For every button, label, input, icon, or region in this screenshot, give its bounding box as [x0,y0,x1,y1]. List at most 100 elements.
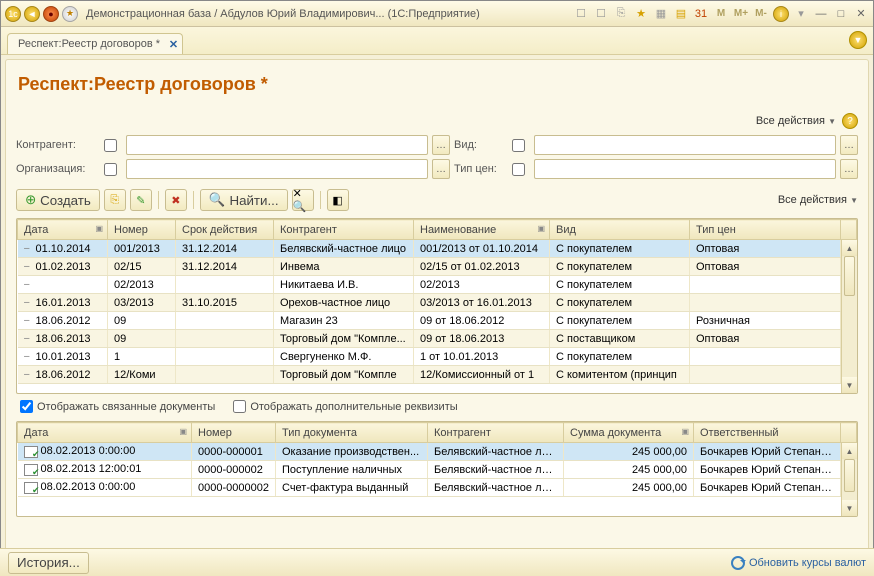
table-row[interactable]: −18.06.201212/КомиТорговый дом "Компле12… [18,366,857,384]
grid-icon[interactable]: ▦ [653,6,669,22]
price-type-checkbox[interactable] [512,163,525,176]
info-icon[interactable]: i [773,6,789,22]
tab-registry[interactable]: Респект:Реестр договоров * ✕ [7,33,183,54]
column-header[interactable]: Сумма документа▣ [564,423,694,443]
table-cell: 001/2013 от 01.10.2014 [414,240,550,258]
help-icon[interactable]: ? [842,113,858,129]
table-row[interactable]: −18.06.201309Торговый дом "Компле...09 о… [18,330,857,348]
print-icon[interactable]: ☐ [573,6,589,22]
table-row[interactable]: −16.01.201303/201331.10.2015Орехов-частн… [18,294,857,312]
table-row[interactable]: 08.02.2013 0:00:000000-000001Оказание пр… [18,443,857,461]
table-cell: Бочкарев Юрий Степанович [694,461,841,479]
counterparty-checkbox[interactable] [104,139,117,152]
contracts-scrollbar[interactable]: ▲ ▼ [841,240,857,393]
column-header[interactable]: Вид [550,220,690,240]
scroll-down-icon[interactable]: ▼ [842,500,857,516]
table-row[interactable]: 08.02.2013 12:00:010000-000002Поступлени… [18,461,857,479]
close-button[interactable]: ✕ [853,6,869,22]
scroll-up-icon[interactable]: ▲ [842,443,857,459]
organization-checkbox[interactable] [104,163,117,176]
kind-input[interactable] [534,135,836,155]
collapse-button[interactable]: ▼ [849,31,867,49]
table-cell [176,312,274,330]
column-header[interactable]: Контрагент [274,220,414,240]
column-header[interactable]: Номер [108,220,176,240]
column-header[interactable]: Номер [192,423,276,443]
star-icon[interactable]: ★ [633,6,649,22]
table-cell: 12/Коми [108,366,176,384]
memory-mminus-icon[interactable]: M- [753,6,769,22]
table-row[interactable]: −01.10.2014001/201331.12.2014Белявский-ч… [18,240,857,258]
kind-picker-button[interactable]: … [840,135,858,155]
minimize-button[interactable]: — [813,6,829,22]
table-row[interactable]: 08.02.2013 0:00:000000-0000002Счет-факту… [18,479,857,497]
table-cell [690,294,841,312]
column-header[interactable]: Дата▣ [18,423,192,443]
delete-button[interactable]: ✖ [165,189,187,211]
refresh-rates-link[interactable]: Обновить курсы валют [731,556,866,570]
memory-m-icon[interactable]: M [713,6,729,22]
column-header[interactable]: Дата▣ [18,220,108,240]
kind-checkbox[interactable] [512,139,525,152]
all-actions-top[interactable]: Все действия ▼ [756,115,836,127]
maximize-button[interactable]: □ [833,6,849,22]
show-additional-checkbox[interactable]: Отображать дополнительные реквизиты [233,400,457,413]
table-row[interactable]: −10.01.20131Свергуненко М.Ф.1 от 10.01.2… [18,348,857,366]
table-row[interactable]: −02/2013Никитаева И.В.02/2013С покупател… [18,276,857,294]
create-button[interactable]: ⊕ Создать [16,189,100,211]
table-row[interactable]: −18.06.201209Магазин 2309 от 18.06.2012С… [18,312,857,330]
history-label: История... [17,555,80,570]
column-header[interactable]: Ответственный [694,423,841,443]
show-linked-checkbox[interactable]: Отображать связанные документы [20,400,215,413]
table-cell: 1 от 10.01.2013 [414,348,550,366]
table-cell: С покупателем [550,276,690,294]
edit-button[interactable]: ✎ [130,189,152,211]
organization-input[interactable] [126,159,428,179]
options-bar: Отображать связанные документы Отображат… [16,394,858,419]
nav-back-icon[interactable]: ◄ [24,6,40,22]
column-header[interactable]: Тип документа [276,423,428,443]
calc-icon[interactable]: ▤ [673,6,689,22]
colors-button[interactable]: ◧ [327,189,349,211]
all-actions-label: Все действия [756,115,825,127]
favorites-icon[interactable]: ★ [62,6,78,22]
scroll-thumb[interactable] [844,459,855,492]
history-button[interactable]: История... [8,552,89,574]
all-actions-toolbar[interactable]: Все действия ▼ [778,194,858,206]
print2-icon[interactable]: ☐ [593,6,609,22]
copy-button[interactable]: ⎘ [104,189,126,211]
column-header[interactable]: Тип цен [690,220,841,240]
price-type-label: Тип цен: [454,163,508,175]
tab-close-icon[interactable]: ✕ [169,38,178,51]
price-type-picker-button[interactable]: … [840,159,858,179]
dropdown-icon[interactable]: ▾ [793,6,809,22]
chevron-down-icon: ▼ [850,196,858,205]
nav-stop-icon[interactable]: ● [43,6,59,22]
column-header[interactable]: Срок действия [176,220,274,240]
link-icon[interactable]: ⎘ [613,6,629,22]
table-cell: Орехов-частное лицо [274,294,414,312]
content-panel: Респект:Реестр договоров * Все действия … [5,59,869,563]
scroll-down-icon[interactable]: ▼ [842,377,857,393]
column-header[interactable]: Наименование▣ [414,220,550,240]
documents-scrollbar[interactable]: ▲ ▼ [841,443,857,516]
documents-grid: Дата▣НомерТип документаКонтрагентСумма д… [16,421,858,517]
calendar-icon[interactable]: 31 [693,6,709,22]
chevron-down-icon: ▼ [828,117,836,126]
scroll-up-icon[interactable]: ▲ [842,240,857,256]
find-button[interactable]: 🔍 Найти... [200,189,288,211]
organization-picker-button[interactable]: … [432,159,450,179]
counterparty-picker-button[interactable]: … [432,135,450,155]
table-cell: Оказание производствен... [276,443,428,461]
table-cell: С комитентом (принцип [550,366,690,384]
memory-mplus-icon[interactable]: M+ [733,6,749,22]
column-header[interactable]: Контрагент [428,423,564,443]
table-row[interactable]: −01.02.201302/1531.12.2014Инвема02/15 от… [18,258,857,276]
table-cell: Свергуненко М.Ф. [274,348,414,366]
kind-label: Вид: [454,139,508,151]
table-cell: Счет-фактура выданный [276,479,428,497]
counterparty-input[interactable] [126,135,428,155]
price-type-input[interactable] [534,159,836,179]
scroll-thumb[interactable] [844,256,855,296]
clear-search-button[interactable]: ✕🔍 [292,189,314,211]
